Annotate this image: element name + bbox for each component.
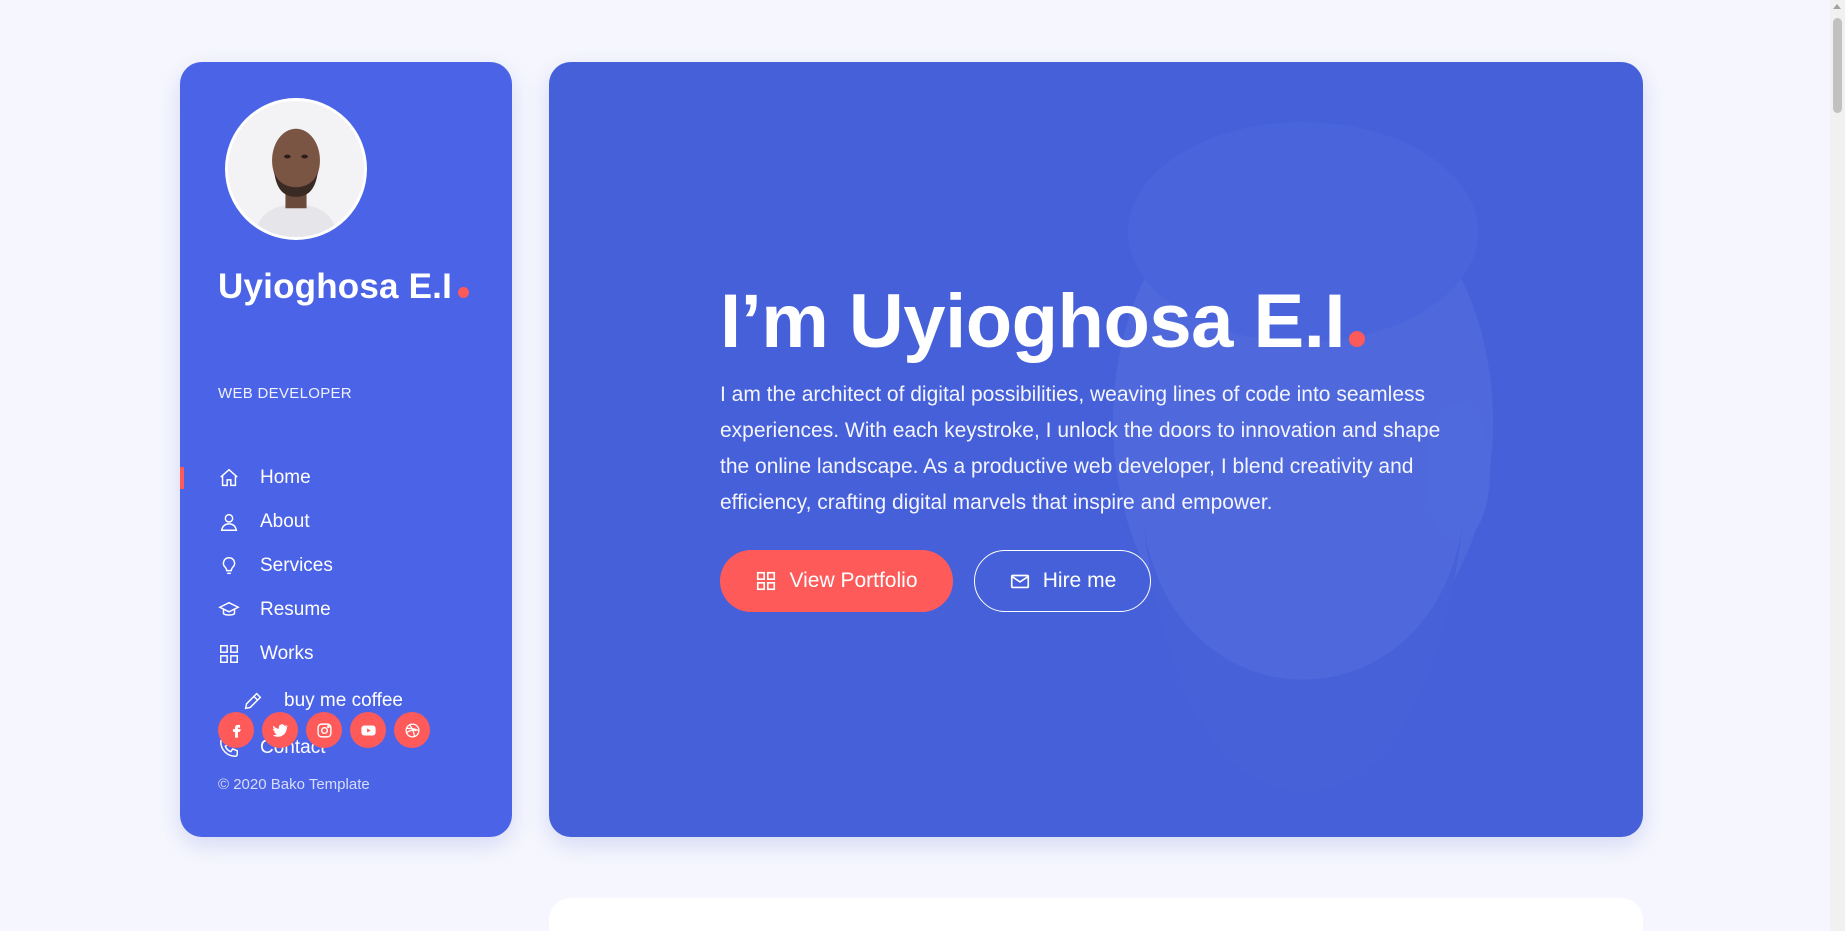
graduation-cap-icon bbox=[218, 599, 240, 621]
facebook-icon bbox=[232, 724, 241, 738]
nav-item-home[interactable]: Home bbox=[180, 456, 512, 500]
hire-me-label: Hire me bbox=[1042, 569, 1117, 592]
dribbble-link[interactable] bbox=[394, 712, 430, 748]
nav-item-works[interactable]: Works bbox=[180, 632, 512, 676]
social-links bbox=[218, 712, 430, 748]
grid-icon bbox=[755, 570, 777, 592]
hero-title-text: I’m Uyioghosa E.I bbox=[720, 279, 1345, 364]
youtube-link[interactable] bbox=[350, 712, 386, 748]
view-portfolio-button[interactable]: View Portfolio bbox=[720, 550, 953, 612]
nav-item-about[interactable]: About bbox=[180, 500, 512, 544]
nav-label: Works bbox=[260, 643, 314, 664]
instagram-icon bbox=[316, 722, 332, 738]
dribbble-icon bbox=[404, 722, 420, 738]
avatar bbox=[225, 98, 367, 240]
instagram-link[interactable] bbox=[306, 712, 342, 748]
pencil-icon bbox=[242, 690, 264, 712]
home-icon bbox=[218, 467, 240, 489]
nav-label: Home bbox=[260, 467, 311, 488]
accent-dot bbox=[458, 287, 470, 298]
nav-item-resume[interactable]: Resume bbox=[180, 588, 512, 632]
hero-title: I’m Uyioghosa E.I bbox=[720, 278, 1365, 365]
nav-label: buy me coffee bbox=[284, 690, 404, 711]
hero-description: I am the architect of digital possibilit… bbox=[720, 383, 1441, 514]
youtube-icon bbox=[360, 725, 376, 735]
hire-me-button[interactable]: Hire me bbox=[974, 550, 1151, 612]
scroll-up-arrow-icon[interactable] bbox=[1833, 4, 1841, 9]
facebook-link[interactable] bbox=[218, 712, 254, 748]
mail-icon bbox=[1009, 570, 1031, 592]
view-portfolio-label: View Portfolio bbox=[789, 569, 918, 592]
user-icon bbox=[218, 511, 240, 533]
site-name-text: Uyioghosa E.I bbox=[218, 267, 453, 306]
site-role: WEB DEVELOPER bbox=[218, 385, 352, 402]
grid-icon bbox=[218, 643, 240, 665]
nav-label: About bbox=[260, 511, 310, 532]
accent-dot bbox=[1348, 331, 1365, 347]
next-section-card bbox=[549, 898, 1643, 931]
page-scrollbar[interactable] bbox=[1830, 0, 1845, 931]
copyright: © 2020 Bako Template bbox=[218, 776, 370, 793]
nav-label: Services bbox=[260, 555, 333, 576]
hero-section: I’m Uyioghosa E.I I am the architect of … bbox=[549, 62, 1643, 837]
sidebar: Uyioghosa E.I WEB DEVELOPER Home About S… bbox=[180, 62, 512, 837]
scrollbar-thumb[interactable] bbox=[1833, 18, 1842, 113]
nav-item-services[interactable]: Services bbox=[180, 544, 512, 588]
site-name: Uyioghosa E.I bbox=[218, 267, 470, 307]
nav-label: Resume bbox=[260, 599, 331, 620]
profile-photo bbox=[228, 101, 364, 237]
twitter-link[interactable] bbox=[262, 712, 298, 748]
twitter-icon bbox=[272, 723, 288, 737]
bulb-icon bbox=[218, 555, 240, 577]
